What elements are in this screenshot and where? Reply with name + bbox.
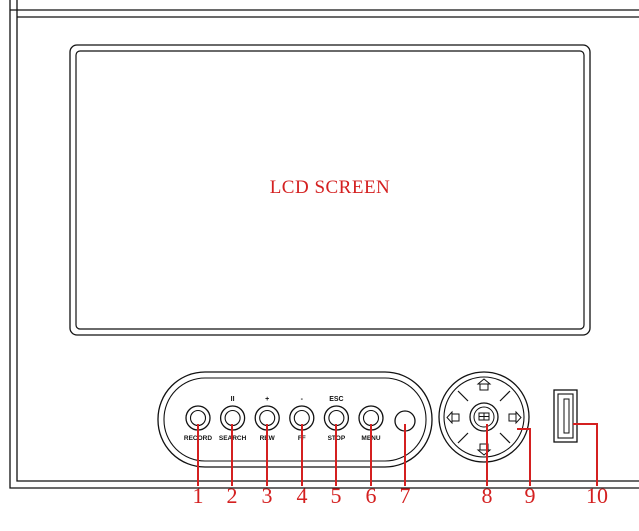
lcd-screen-label: LCD SCREEN <box>270 177 391 198</box>
callout-3: 3 <box>262 483 273 508</box>
stop-top-label: ESC <box>329 396 343 403</box>
callout-numbers: 1 2 3 4 5 6 7 8 9 10 <box>193 483 609 508</box>
lcd-screen: LCD SCREEN <box>69 44 591 336</box>
navigation-pad <box>438 371 530 463</box>
callout-9: 9 <box>525 483 536 508</box>
callout-8: 8 <box>482 483 493 508</box>
callout-5: 5 <box>331 483 342 508</box>
callout-1: 1 <box>193 483 204 508</box>
callout-10: 10 <box>586 483 608 508</box>
search-top-label: II <box>231 396 235 403</box>
callout-4: 4 <box>297 483 308 508</box>
callout-7: 7 <box>400 483 411 508</box>
rew-top-label: + <box>265 396 269 403</box>
usb-port[interactable] <box>553 389 578 443</box>
callout-2: 2 <box>227 483 238 508</box>
callout-6: 6 <box>366 483 377 508</box>
